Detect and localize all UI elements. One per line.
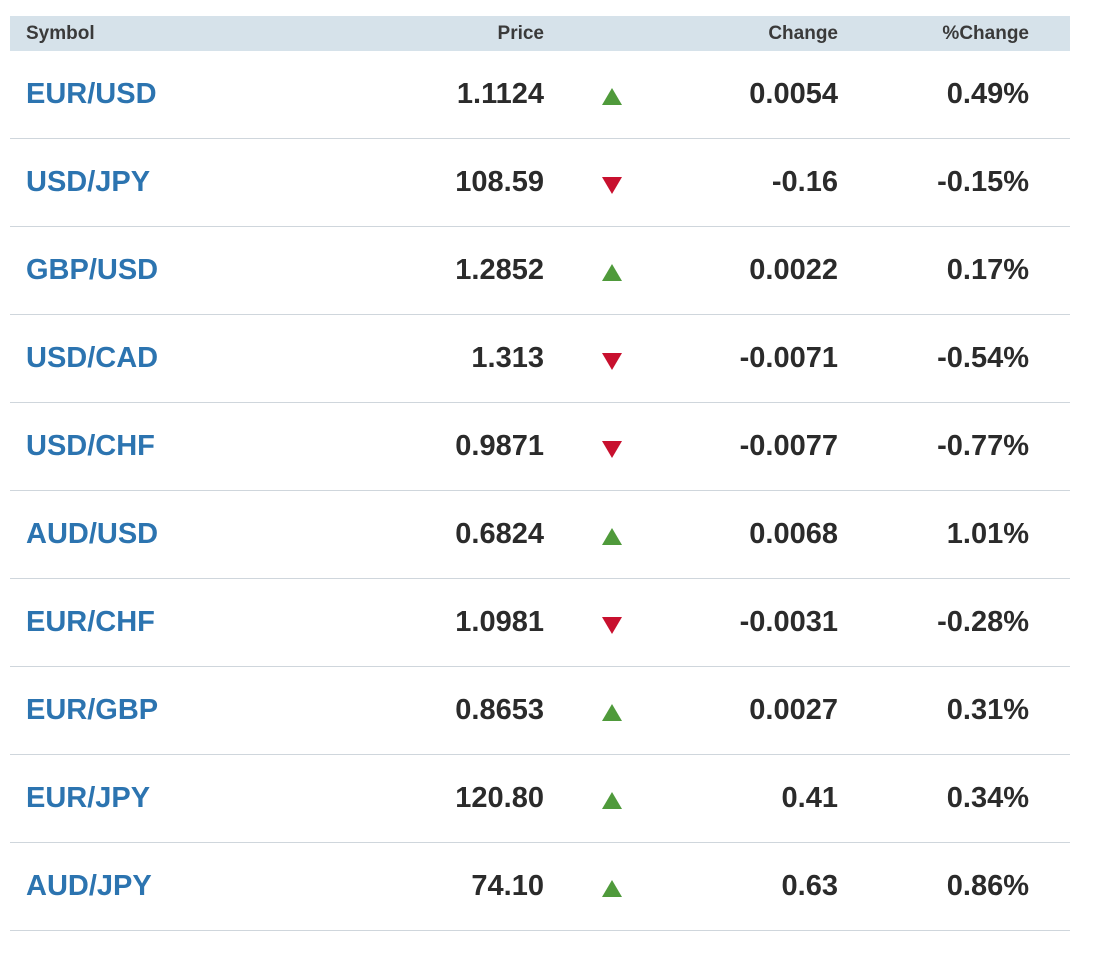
direction-cell [544,78,680,111]
table-row: AUD/JPY 74.10 0.63 0.86% [10,843,1070,931]
direction-cell [544,782,680,815]
header-symbol[interactable]: Symbol [10,23,310,45]
direction-cell [544,430,680,463]
table-row: EUR/USD 1.1124 0.0054 0.49% [10,51,1070,139]
symbol-link[interactable]: USD/CHF [26,430,155,462]
price-cell: 1.1124 [456,78,544,110]
arrow-down-icon [602,176,622,194]
table-row: EUR/GBP 0.8653 0.0027 0.31% [10,667,1070,755]
header-pct-change[interactable]: %Change [838,23,1050,45]
arrow-up-icon [602,879,622,897]
pct-change-cell: -0.15% [937,166,1029,198]
change-cell: -0.0071 [739,342,838,374]
header-price[interactable]: Price [310,23,544,45]
pct-change-cell: 0.49% [946,78,1029,110]
pct-change-cell: 0.31% [946,694,1029,726]
change-cell: -0.0031 [739,606,838,638]
symbol-link[interactable]: AUD/USD [26,518,158,550]
table-row: GBP/USD 1.2852 0.0022 0.17% [10,227,1070,315]
arrow-down-icon [602,352,622,370]
price-cell: 0.8653 [455,694,544,726]
price-cell: 1.313 [471,342,544,374]
change-cell: 0.0027 [749,694,838,726]
change-cell: 0.41 [781,782,838,814]
price-cell: 1.2852 [455,254,544,286]
direction-cell [544,606,680,639]
price-cell: 1.0981 [455,606,544,638]
symbol-link[interactable]: EUR/USD [26,78,157,110]
pct-change-cell: 0.17% [946,254,1029,286]
arrow-up-icon [602,703,622,721]
arrow-up-icon [602,87,622,105]
symbol-link[interactable]: GBP/USD [26,254,158,286]
quotes-table: Symbol Price Change %Change EUR/USD 1.11… [10,16,1070,931]
change-cell: -0.0077 [739,430,838,462]
direction-cell [544,342,680,375]
change-cell: 0.0068 [749,518,838,550]
direction-cell [544,254,680,287]
pct-change-cell: -0.54% [937,342,1029,374]
arrow-down-icon [602,616,622,634]
symbol-link[interactable]: USD/CAD [26,342,158,374]
arrow-up-icon [602,791,622,809]
change-cell: 0.0054 [749,78,838,110]
direction-cell [544,518,680,551]
table-row: EUR/CHF 1.0981 -0.0031 -0.28% [10,579,1070,667]
arrow-down-icon [602,440,622,458]
direction-cell [544,166,680,199]
table-row: USD/CAD 1.313 -0.0071 -0.54% [10,315,1070,403]
price-cell: 74.10 [471,870,544,902]
arrow-up-icon [602,527,622,545]
arrow-up-icon [602,263,622,281]
symbol-link[interactable]: AUD/JPY [26,870,152,902]
pct-change-cell: 0.34% [946,782,1029,814]
direction-cell [544,870,680,903]
table-row: USD/JPY 108.59 -0.16 -0.15% [10,139,1070,227]
price-cell: 120.80 [455,782,544,814]
pct-change-cell: 0.86% [946,870,1029,902]
header-change[interactable]: Change [680,23,838,45]
change-cell: -0.16 [771,166,838,198]
price-cell: 0.6824 [455,518,544,550]
direction-cell [544,694,680,727]
symbol-link[interactable]: USD/JPY [26,166,150,198]
table-row: USD/CHF 0.9871 -0.0077 -0.77% [10,403,1070,491]
pct-change-cell: -0.28% [937,606,1029,638]
price-cell: 0.9871 [455,430,544,462]
pct-change-cell: -0.77% [937,430,1029,462]
symbol-link[interactable]: EUR/GBP [26,694,158,726]
table-header: Symbol Price Change %Change [10,16,1070,51]
table-row: AUD/USD 0.6824 0.0068 1.01% [10,491,1070,579]
table-row: EUR/JPY 120.80 0.41 0.34% [10,755,1070,843]
symbol-link[interactable]: EUR/CHF [26,606,155,638]
change-cell: 0.0022 [749,254,838,286]
change-cell: 0.63 [781,870,838,902]
symbol-link[interactable]: EUR/JPY [26,782,150,814]
pct-change-cell: 1.01% [946,518,1029,550]
price-cell: 108.59 [455,166,544,198]
